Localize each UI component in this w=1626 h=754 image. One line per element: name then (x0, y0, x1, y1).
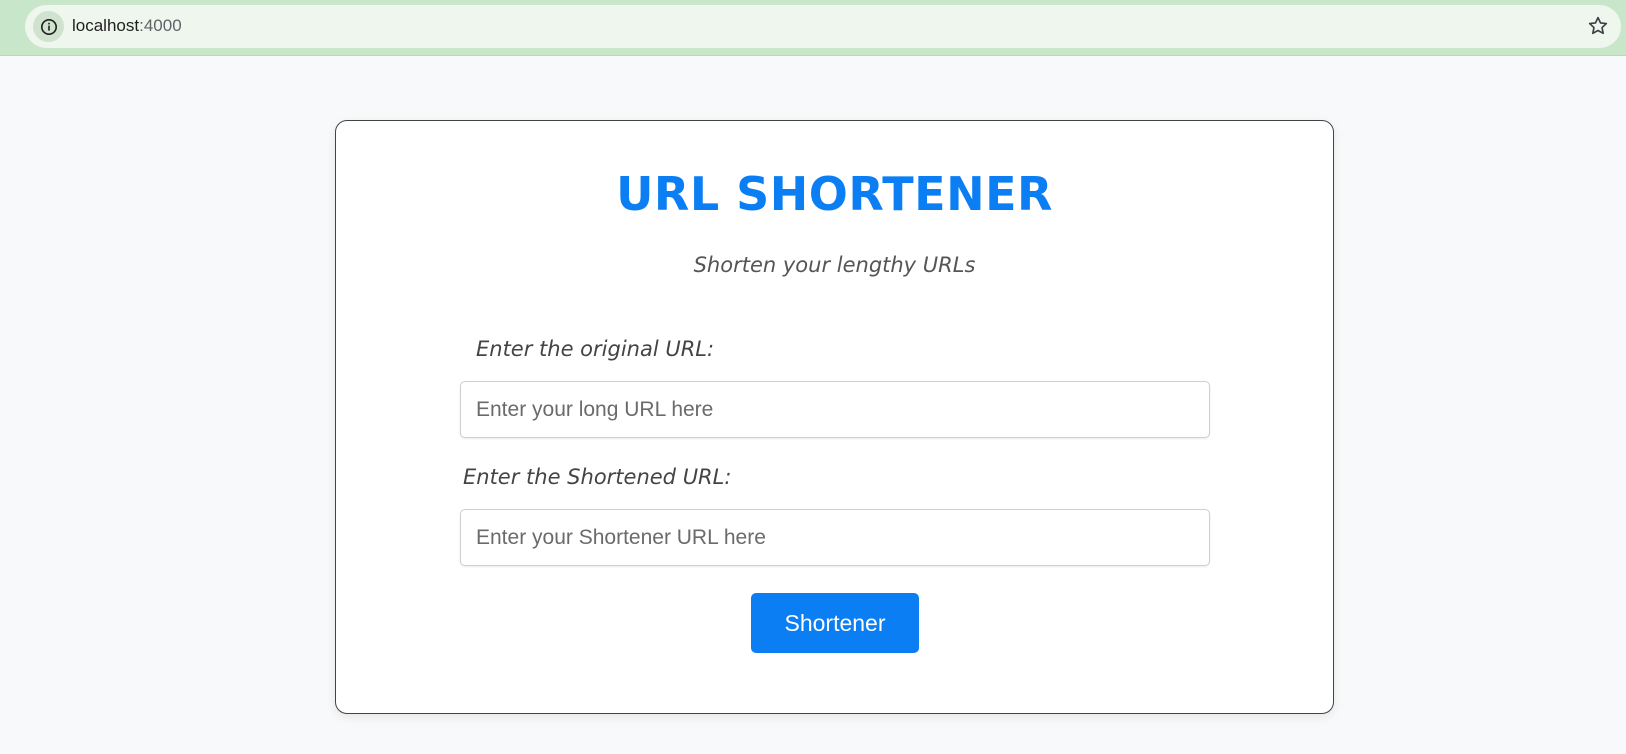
page-title: URL SHORTENER (616, 167, 1053, 221)
star-icon[interactable] (1587, 15, 1609, 37)
browser-toolbar: localhost:4000 (0, 0, 1626, 56)
original-url-input[interactable] (460, 381, 1210, 438)
shortener-button[interactable]: Shortener (751, 593, 919, 653)
page-subtitle: Shorten your lengthy URLs (693, 253, 976, 277)
url-host: localhost (72, 16, 140, 35)
address-url[interactable]: localhost:4000 (72, 16, 182, 36)
url-port: :4000 (139, 16, 182, 35)
shortened-url-input[interactable] (460, 509, 1210, 566)
shortened-url-label: Enter the Shortened URL: (463, 465, 732, 489)
address-bar[interactable]: localhost:4000 (25, 5, 1621, 48)
info-icon[interactable] (33, 11, 64, 42)
original-url-label: Enter the original URL: (476, 337, 715, 361)
shortener-card: URL SHORTENER Shorten your lengthy URLs … (335, 120, 1334, 714)
